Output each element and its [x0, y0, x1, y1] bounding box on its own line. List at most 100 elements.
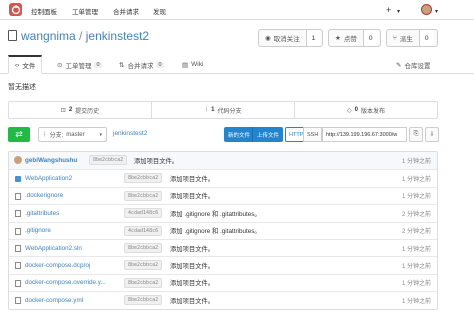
table-row: WebApplication2 8be2cbbca2 添加项目文件。 1 分钟之前 [9, 169, 437, 186]
fork-button[interactable]: ⑂ 派生 0 [386, 29, 438, 47]
tab-wiki[interactable]: ▤ Wiki [182, 55, 203, 74]
committer-avatar [14, 156, 22, 164]
chevron-down-icon[interactable]: ▾ [435, 7, 438, 17]
chevron-down-icon[interactable]: ▾ [397, 7, 400, 17]
tools-icon: ✎ [396, 61, 402, 69]
file-icon [15, 297, 21, 305]
branch-dropdown[interactable]: ᚿ 分支: master ▾ [38, 127, 107, 142]
releases-stat[interactable]: ◇ 0 版本发布 [295, 102, 437, 118]
tab-pulls[interactable]: ⇅ 合并请求 0 [119, 55, 164, 74]
tab-issues[interactable]: ⊙ 工单管理 0 [57, 55, 102, 74]
commit-sha[interactable]: 8be2cbbca2 [124, 190, 163, 201]
repo-title: wangnima / jenkinstest2 [21, 29, 149, 43]
watch-count[interactable]: 1 [305, 30, 321, 46]
commit-message: 添加 .gitignore 和 .gitattributes。 [170, 210, 261, 218]
nav-issues[interactable]: 工单管理 [72, 6, 98, 16]
fork-label: 派生 [399, 36, 413, 43]
commit-sha[interactable]: 8be2cbbca2 [124, 260, 163, 271]
table-row: docker-compose.dcproj 8be2cbbca2 添加项目文件。 1 … [9, 256, 437, 273]
user-avatar[interactable] [421, 4, 432, 15]
star-count[interactable]: 0 [362, 30, 378, 46]
gogs-logo-icon[interactable] [9, 3, 22, 16]
commit-sha[interactable]: 8be2cbbca2 [89, 155, 128, 165]
tab-issues-count: 0 [94, 61, 102, 68]
commit-sha[interactable]: 8be2cbbca2 [124, 242, 163, 253]
nav-pulls[interactable]: 合并请求 [113, 6, 139, 16]
file-table: gebiWangshushu 8be2cbbca2 添加项目文件。 1 分钟之前… [8, 151, 438, 310]
file-name-link[interactable]: docker-compose.override.y... [25, 279, 106, 286]
commit-message: 添加项目文件。 [170, 263, 215, 271]
watch-button[interactable]: ◉ 取消关注 1 [258, 29, 323, 47]
file-icon [15, 262, 21, 270]
commit-sha[interactable]: 8be2cbbca2 [124, 277, 163, 288]
table-row: .gitignore 4cdad148c6 添加 .gitignore 和 .git… [9, 221, 437, 239]
commit-message: 添加 .gitignore 和 .gitattributes。 [170, 228, 261, 236]
commit-sha[interactable]: 8be2cbbca2 [124, 295, 163, 306]
branch-prefix: 分支: [49, 133, 64, 139]
commit-sha[interactable]: 4cdad148c6 [124, 225, 163, 236]
commits-count: 2 [68, 107, 73, 113]
star-button[interactable]: ★ 点赞 0 [328, 29, 381, 47]
commit-message: 添加项目文件。 [170, 176, 215, 184]
book-icon: ▤ [182, 61, 189, 69]
commits-stat[interactable]: ⊡ 2 提交历史 [9, 102, 152, 118]
table-row: .gitattributes 4cdad148c6 添加 .gitignore 和 … [9, 204, 437, 221]
tab-settings[interactable]: ✎ 仓库设置 [396, 55, 430, 74]
fork-count[interactable]: 0 [418, 30, 434, 46]
fork-icon: ⑂ [393, 34, 397, 42]
commit-time: 1 分钟之前 [401, 246, 431, 253]
file-name-link[interactable]: .dockerignore [25, 192, 63, 199]
breadcrumb[interactable]: jenkinstest2 [113, 130, 147, 137]
repo-title-separator: / [79, 29, 83, 43]
chevron-down-icon: ▾ [99, 131, 102, 138]
tab-pulls-count: 0 [156, 61, 164, 68]
commit-time: 1 分钟之前 [401, 194, 431, 201]
branch-icon: ᚿ [43, 131, 47, 138]
file-icon [15, 244, 21, 252]
file-name-link[interactable]: WebApplication2.sln [25, 245, 82, 252]
nav-explore[interactable]: 发现 [153, 6, 166, 16]
repo-stats-bar: ⊡ 2 提交历史 ᚿ 1 代码分支 ◇ 0 版本发布 [8, 101, 438, 119]
compare-button[interactable]: ⇄ [8, 127, 30, 142]
file-name-link[interactable]: .gitignore [25, 227, 51, 234]
commit-message: 添加项目文件。 [170, 297, 215, 305]
commit-message: 添加项目文件。 [170, 280, 215, 288]
branches-stat[interactable]: ᚿ 1 代码分支 [152, 102, 295, 118]
repo-owner-link[interactable]: wangnima [21, 29, 76, 43]
commit-sha[interactable]: 8be2cbbca2 [124, 173, 163, 184]
copy-icon[interactable]: ⎘ [409, 127, 423, 142]
commit-time: 2 分钟之前 [401, 229, 431, 236]
history-icon: ⊡ [60, 107, 66, 114]
file-name-link[interactable]: docker-compose.dcproj [25, 262, 90, 269]
pull-request-icon: ⇅ [119, 61, 125, 69]
nav-dashboard[interactable]: 控制面板 [31, 6, 57, 16]
file-icon [15, 192, 21, 200]
tab-files[interactable]: ‹› 文件 [8, 55, 43, 74]
commit-time: 2 分钟之前 [401, 211, 431, 218]
tab-wiki-label: Wiki [191, 61, 204, 68]
branches-label: 代码分支 [217, 108, 242, 115]
folder-icon [15, 176, 21, 183]
tab-files-label: 文件 [22, 63, 36, 70]
commit-time: 1 分钟之前 [401, 298, 431, 305]
ssh-clone-button[interactable]: SSH [303, 127, 323, 142]
tag-icon: ◇ [347, 107, 352, 114]
download-icon[interactable]: ⇩ [425, 127, 439, 142]
upload-file-button[interactable]: 上传文件 [252, 127, 284, 142]
file-name-link[interactable]: WebApplication2 [25, 175, 72, 182]
new-file-button[interactable]: 新的文件 [224, 127, 255, 142]
file-name-link[interactable]: docker-compose.yml [25, 297, 83, 304]
code-icon: ‹› [15, 61, 20, 69]
create-plus-icon[interactable]: + [386, 5, 391, 15]
table-row: docker-compose.yml 8be2cbbca2 添加项目文件。 1 分钟之… [9, 291, 437, 308]
commit-author[interactable]: gebiWangshushu [25, 157, 77, 164]
branches-count: 1 [211, 107, 215, 113]
repo-icon [8, 30, 17, 41]
repo-name-link[interactable]: jenkinstest2 [86, 29, 149, 43]
commit-message: 添加项目文件。 [170, 245, 215, 253]
commit-sha[interactable]: 4cdad148c6 [124, 208, 163, 219]
file-name-link[interactable]: .gitattributes [25, 210, 59, 217]
clone-url-input[interactable]: http://139.199.196.67:3000/w [322, 127, 407, 142]
commit-time: 1 分钟之前 [401, 264, 431, 271]
star-icon: ★ [335, 35, 341, 42]
